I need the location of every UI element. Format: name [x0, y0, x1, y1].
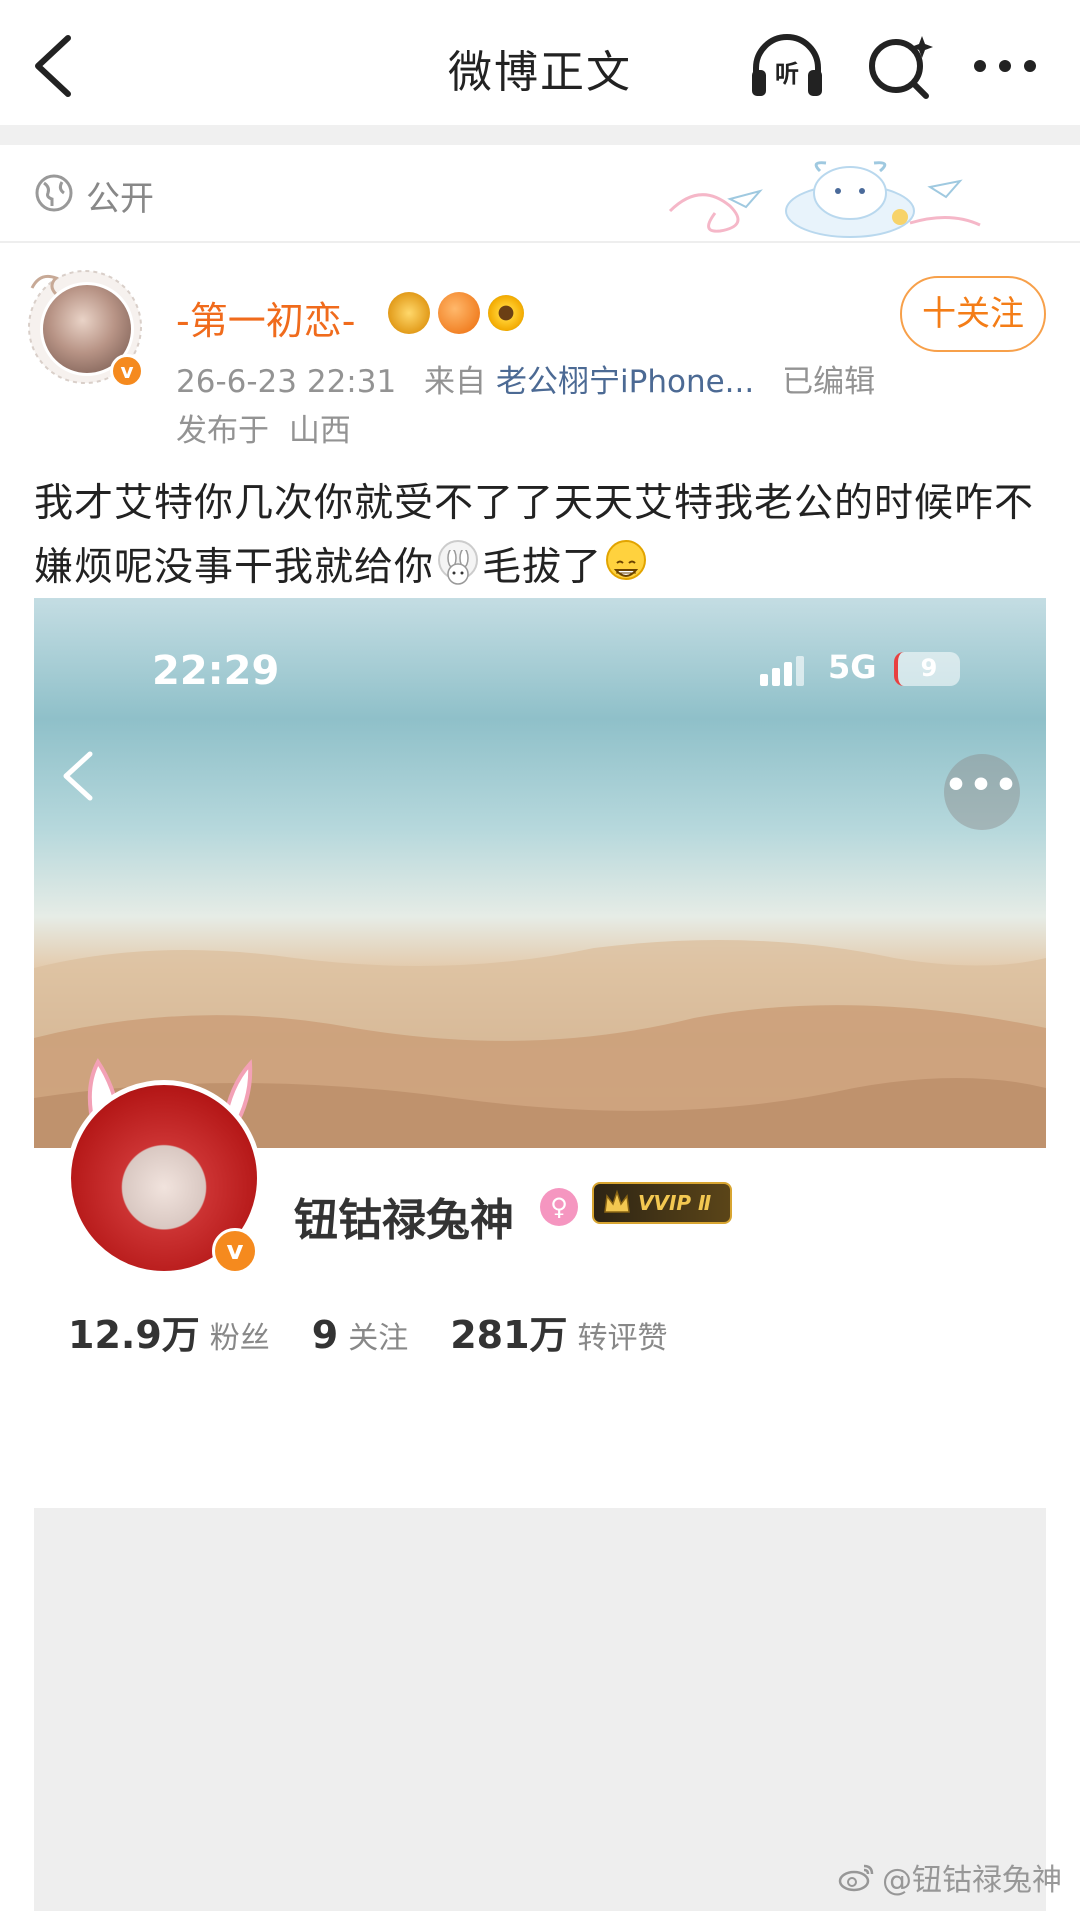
post-text-part2: 毛拔了	[482, 545, 603, 590]
ellipsis-icon: •••	[944, 754, 1020, 830]
visibility-row: 公开	[0, 145, 1080, 243]
author-name[interactable]: -第一初恋-	[176, 290, 355, 345]
stat-value: 281万	[450, 1313, 568, 1357]
network-type: 5G	[828, 648, 877, 686]
weibo-logo-icon	[838, 1864, 874, 1892]
globe-icon	[35, 174, 73, 212]
source-prefix: 来自	[424, 364, 487, 400]
post-meta: 26-6-23 22:31 来自 老公栩宁iPhone... 已编辑	[176, 356, 875, 401]
stat-value: 9	[311, 1313, 339, 1357]
verified-v-icon: v	[212, 1228, 258, 1274]
crown-icon	[604, 1189, 630, 1213]
chevron-left-icon	[63, 751, 93, 801]
battery-indicator: 9	[894, 652, 960, 686]
author-avatar[interactable]: v	[26, 268, 144, 388]
listen-label: 听	[775, 60, 799, 88]
sunflower-badge-icon	[488, 295, 524, 331]
verified-v-icon: v	[110, 354, 144, 388]
post-source-link[interactable]: 老公栩宁iPhone...	[496, 364, 754, 400]
location-value: 山西	[288, 413, 351, 449]
watermark-text: @钮钴禄兔神	[882, 1863, 1062, 1898]
stat-value: 12.9万	[68, 1313, 200, 1357]
stat-label: 转评赞	[577, 1321, 668, 1356]
search-button[interactable]	[862, 30, 940, 100]
status-bar-time: 22:29	[152, 648, 280, 694]
stat-interactions: 281万 转评赞	[450, 1304, 667, 1359]
ellipsis-icon	[974, 60, 1036, 72]
rabbit-emoji-icon	[438, 540, 479, 585]
content-placeholder	[34, 1508, 1046, 1911]
image-watermark: @钮钴禄兔神	[838, 1855, 1062, 1899]
post-body: 我才艾特你几次你就受不了了天天艾特我老公的时候咋不嫌烦呢没事干我就给你 毛拔了	[34, 472, 1054, 600]
crown-badge-icon	[388, 292, 430, 334]
vvip-label: VVIP Ⅱ	[638, 1191, 712, 1215]
stat-label: 粉丝	[209, 1321, 270, 1356]
search-sparkle-icon	[869, 36, 933, 99]
stat-following: 9 关注	[312, 1313, 408, 1357]
listen-button[interactable]: 听	[748, 30, 826, 100]
location-prefix: 发布于	[176, 413, 269, 449]
stat-label: 关注	[348, 1321, 409, 1356]
vvip-badge: VVIP Ⅱ	[592, 1182, 732, 1224]
section-divider	[0, 125, 1080, 145]
follow-button[interactable]: 十关注	[900, 276, 1046, 352]
author-badges	[388, 290, 524, 336]
female-gender-icon: ♀	[540, 1188, 578, 1226]
post-location: 发布于 山西	[176, 405, 351, 450]
stat-fans: 12.9万 粉丝	[68, 1304, 270, 1359]
top-navigation-bar: 微博正文 听	[0, 0, 1080, 125]
more-options-button[interactable]	[970, 36, 1040, 96]
signal-strength-icon	[760, 656, 804, 686]
visibility-label: 公开	[86, 179, 154, 219]
profile-stats: 12.9万 粉丝 9 关注 281万 转评赞	[68, 1304, 668, 1359]
headphones-icon: 听	[752, 34, 822, 96]
profile-name: 钮钴禄兔神	[294, 1195, 514, 1246]
fish-badge-icon	[438, 292, 480, 334]
grin-emoji-icon	[606, 540, 647, 580]
edited-label[interactable]: 已编辑	[782, 364, 875, 400]
post-timestamp: 26-6-23 22:31	[176, 364, 397, 400]
cinnamoroll-decoration-icon	[668, 161, 981, 238]
post-image[interactable]: 22:29 5G 9 ••• v 钮钴禄兔神 ♀ VVIP Ⅱ 12.9万 粉丝 …	[34, 598, 1046, 1911]
